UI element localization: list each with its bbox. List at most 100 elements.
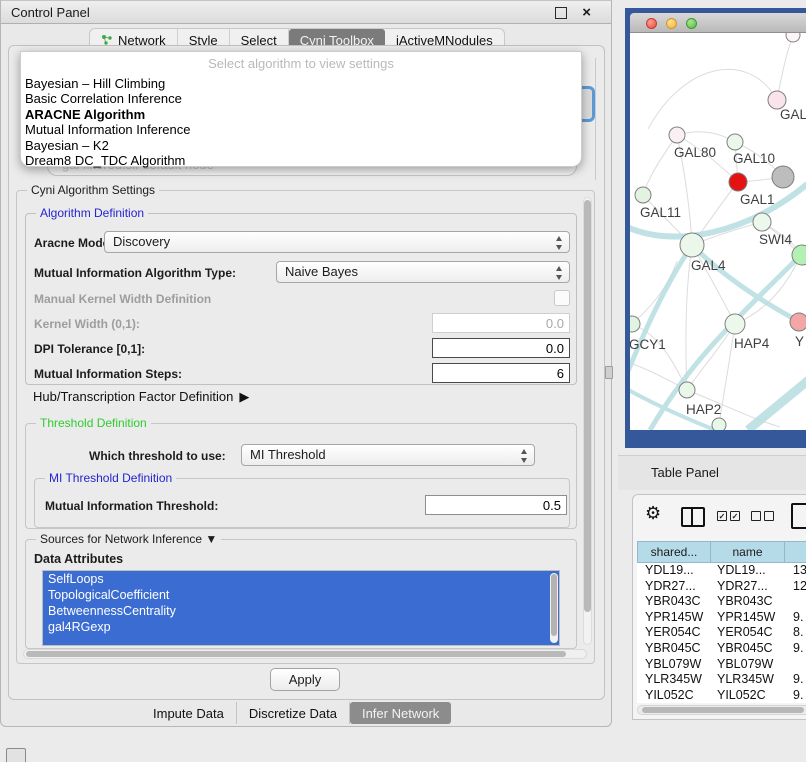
table-row[interactable]: YLR345WYLR345W9. — [637, 672, 806, 688]
attribute-item[interactable]: BetweennessCentrality — [43, 603, 559, 619]
network-view-window: GALGAL80GAL10GAL1GAL11SWI4GAL4GCY1HAP4YH… — [625, 8, 806, 448]
tab-label: Infer Network — [362, 706, 439, 721]
mi-threshold-label: Mutual Information Threshold: — [45, 499, 218, 513]
network-node[interactable] — [786, 33, 800, 42]
table-row[interactable]: YIL052CYIL052C9. — [637, 688, 806, 703]
network-node[interactable] — [772, 166, 794, 188]
network-graph: GALGAL80GAL10GAL1GAL11SWI4GAL4GCY1HAP4YH… — [630, 33, 806, 430]
mi-algorithm-type-combo[interactable]: Naive Bayes — [276, 261, 570, 283]
network-node-gal10[interactable] — [727, 134, 743, 150]
chevron-right-icon: ▶ — [239, 389, 249, 404]
screen: Control Panel × Network Style Select Cyn… — [0, 0, 806, 762]
float-window-icon[interactable] — [555, 7, 567, 19]
hidden-groupbox-edge — [595, 58, 596, 180]
column-header-shared[interactable]: shared... — [637, 541, 711, 563]
gear-icon[interactable]: ⚙ — [645, 503, 661, 524]
algorithm-definition-group: Algorithm Definition Aracne Mode: Discov… — [25, 213, 577, 385]
table-row[interactable]: YPR145WYPR145W9. — [637, 610, 806, 626]
cell-name: YDL19... — [717, 563, 766, 579]
network-canvas[interactable]: GALGAL80GAL10GAL1GAL11SWI4GAL4GCY1HAP4YH… — [630, 33, 806, 430]
network-node-gal11[interactable] — [635, 187, 651, 203]
algorithm-option[interactable]: Dream8 DC_TDC Algorithm — [21, 153, 581, 168]
deselect-checkboxes-icon[interactable] — [751, 511, 774, 521]
table-row[interactable]: YDR27...YDR27...12 — [637, 579, 806, 595]
scrollbar-thumb[interactable] — [642, 707, 804, 713]
horizontal-scrollbar[interactable] — [23, 649, 587, 659]
network-node-hap4[interactable] — [725, 314, 745, 334]
network-node-y[interactable] — [790, 313, 806, 331]
kernel-width-label: Kernel Width (0,1): — [34, 317, 140, 331]
combo-value: Discovery — [113, 234, 170, 249]
table-row[interactable]: YER054CYER054C8. — [637, 625, 806, 641]
attribute-item[interactable]: gal4RGexp — [43, 619, 559, 635]
dpi-tolerance-field[interactable]: 0.0 — [432, 338, 570, 358]
hub-definition-expander[interactable]: Hub/Transcription Factor Definition▶ — [33, 389, 249, 405]
which-threshold-label: Which threshold to use: — [89, 449, 226, 463]
scrollbar-thumb[interactable] — [551, 574, 557, 636]
vertical-scrollbar[interactable] — [583, 197, 592, 645]
which-threshold-combo[interactable]: MI Threshold — [241, 444, 535, 466]
minimize-traffic-light[interactable] — [666, 18, 677, 29]
select-all-checkboxes-icon[interactable]: ✓✓ — [717, 511, 740, 521]
table-options-icon[interactable] — [791, 503, 806, 529]
tab-label: Discretize Data — [249, 706, 337, 721]
cell-name: YDR27... — [717, 579, 768, 595]
column-header-extra[interactable] — [785, 541, 806, 563]
attribute-item[interactable]: SelfLoops — [43, 571, 559, 587]
list-vertical-scrollbar[interactable] — [550, 573, 558, 643]
cell-name: YER054C — [717, 625, 773, 641]
data-attributes-label: Data Attributes — [34, 552, 123, 566]
cell-shared: YDL19... — [645, 563, 694, 579]
table-row[interactable]: YBR045CYBR045C9. — [637, 641, 806, 657]
network-node-label: GAL4 — [691, 258, 726, 273]
zoom-traffic-light[interactable] — [686, 18, 697, 29]
stepper-icon — [556, 266, 563, 280]
network-node-gal1[interactable] — [729, 173, 747, 191]
aracne-mode-combo[interactable]: Discovery — [104, 231, 570, 253]
close-icon[interactable]: × — [582, 2, 591, 23]
data-attributes-list[interactable]: SelfLoops TopologicalCoefficient Between… — [42, 570, 560, 646]
network-node-gal80[interactable] — [669, 127, 685, 143]
splitter-grip[interactable] — [605, 366, 613, 379]
network-node[interactable] — [712, 418, 726, 430]
mi-threshold-field[interactable]: 0.5 — [425, 495, 567, 515]
network-window-titlebar[interactable] — [630, 13, 806, 33]
chevron-down-icon[interactable]: ▼ — [205, 532, 217, 546]
algorithm-option[interactable]: Mutual Information Inference — [21, 122, 581, 137]
horizontal-scrollbar[interactable] — [637, 705, 806, 715]
kernel-width-field[interactable]: 0.0 — [432, 313, 570, 333]
network-node-swi4[interactable] — [753, 213, 771, 231]
tab-discretize-data[interactable]: Discretize Data — [237, 702, 350, 724]
algorithm-option[interactable]: Bayesian – K2 — [21, 138, 581, 153]
close-traffic-light[interactable] — [646, 18, 657, 29]
cell-value: 9. — [793, 688, 803, 703]
network-node-gal4[interactable] — [680, 233, 704, 257]
scrollbar-thumb[interactable] — [26, 651, 566, 657]
network-node-label: GAL10 — [733, 151, 775, 166]
cell-name: YPR145W — [717, 610, 775, 626]
group-title: MI Threshold Definition — [45, 471, 176, 485]
table-row[interactable]: YDL19...YDL19...13 — [637, 563, 806, 579]
split-columns-icon[interactable] — [681, 507, 705, 527]
table-row[interactable]: YBR043CYBR043C — [637, 594, 806, 610]
mi-steps-field[interactable]: 6 — [432, 363, 570, 383]
tab-impute-data[interactable]: Impute Data — [141, 702, 237, 724]
network-node-label: GAL80 — [674, 145, 716, 160]
algorithm-option[interactable]: Basic Correlation Inference — [21, 91, 581, 106]
algorithm-dropdown-popup: Select algorithm to view settings Bayesi… — [20, 51, 582, 167]
algorithm-option-selected[interactable]: ARACNE Algorithm — [21, 107, 581, 122]
manual-kernel-checkbox[interactable] — [554, 290, 570, 306]
column-header-name[interactable]: name — [711, 541, 785, 563]
attribute-item[interactable]: TopologicalCoefficient — [43, 587, 559, 603]
algorithm-option[interactable]: Bayesian – Hill Climbing — [21, 76, 581, 91]
table-row[interactable]: YBL079WYBL079W — [637, 657, 806, 673]
network-node-hap2[interactable] — [679, 382, 695, 398]
network-node-label: GAL1 — [740, 192, 775, 207]
combo-value: Naive Bayes — [285, 264, 358, 279]
minimized-panel-icon[interactable] — [6, 748, 26, 762]
apply-button[interactable]: Apply — [270, 668, 340, 691]
cell-shared: YPR145W — [645, 610, 703, 626]
table-panel-title: Table Panel — [651, 456, 719, 490]
scrollbar-thumb[interactable] — [584, 200, 591, 612]
tab-infer-network[interactable]: Infer Network — [350, 702, 451, 724]
